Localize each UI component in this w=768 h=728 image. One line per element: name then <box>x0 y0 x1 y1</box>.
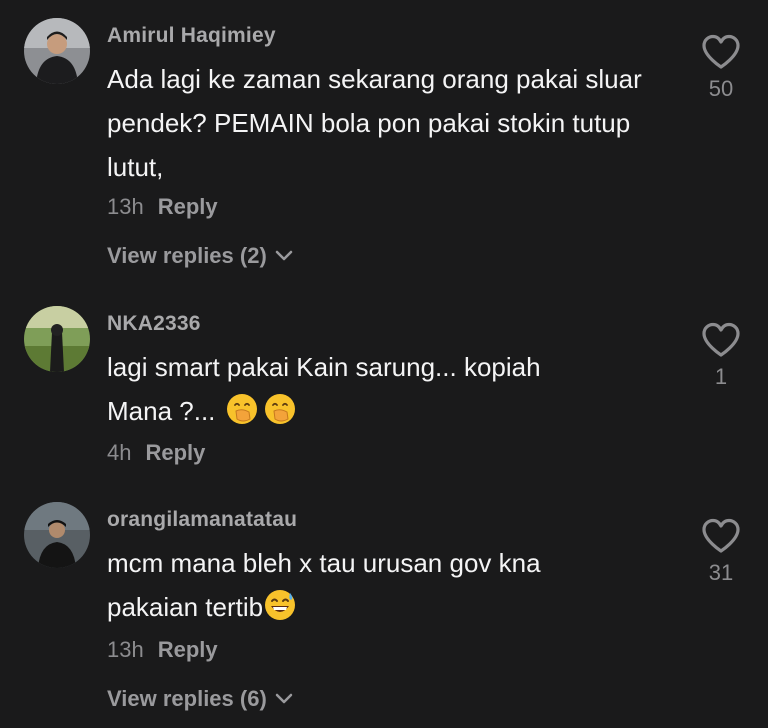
like-count: 1 <box>714 364 728 389</box>
heart-outline-icon <box>702 518 740 553</box>
like-button[interactable]: 50 <box>698 34 744 102</box>
comment-text-line: mcm mana bleh x tau urusan gov kna <box>107 548 541 578</box>
comment-text-line: lagi smart pakai Kain sarung... kopiah <box>107 352 541 382</box>
face-with-hand-over-mouth-icon <box>227 394 258 424</box>
heart-outline-icon <box>702 322 740 357</box>
comment-username[interactable]: Amirul Haqimiey <box>107 24 276 48</box>
reply-button[interactable]: Reply <box>145 440 205 465</box>
comment-text-fragment: pakaian tertib <box>107 592 264 622</box>
chevron-down-icon <box>275 693 293 704</box>
comment-timestamp: 4h <box>107 440 132 465</box>
view-replies-label: View replies (6) <box>107 686 267 711</box>
comment-meta: 13h Reply <box>107 194 218 220</box>
comment-text-line: pakaian tertib <box>107 585 667 629</box>
reply-button[interactable]: Reply <box>158 194 218 219</box>
comment-text: Ada lagi ke zaman sekarang orang pakai s… <box>107 64 642 182</box>
comment-meta: 4h Reply <box>107 440 205 466</box>
comment-timestamp: 13h <box>107 637 144 662</box>
view-replies-label: View replies (2) <box>107 243 267 268</box>
reply-button[interactable]: Reply <box>158 637 218 662</box>
like-count: 31 <box>708 560 734 585</box>
comment-text: lagi smart pakai Kain sarung... kopiah M… <box>107 345 667 433</box>
like-button[interactable]: 31 <box>698 518 744 586</box>
comment-username[interactable]: NKA2336 <box>107 312 201 336</box>
comment-text-line: Mana ?... <box>107 389 667 433</box>
avatar[interactable] <box>24 306 90 372</box>
comment-text: mcm mana bleh x tau urusan gov kna pakai… <box>107 541 667 629</box>
comment-timestamp: 13h <box>107 194 144 219</box>
avatar[interactable] <box>24 502 90 568</box>
like-count: 50 <box>708 76 734 101</box>
avatar[interactable] <box>24 18 90 84</box>
face-with-hand-over-mouth-icon <box>265 394 296 424</box>
comment-username[interactable]: orangilamanatatau <box>107 508 297 532</box>
view-replies-button[interactable]: View replies (6) <box>107 686 293 712</box>
chevron-down-icon <box>275 250 293 261</box>
comment-meta: 13h Reply <box>107 637 218 663</box>
grinning-face-with-sweat-icon <box>265 590 296 620</box>
heart-outline-icon <box>702 34 740 69</box>
like-button[interactable]: 1 <box>698 322 744 390</box>
view-replies-button[interactable]: View replies (2) <box>107 243 293 269</box>
comment-text-fragment: Mana ?... <box>107 396 216 426</box>
